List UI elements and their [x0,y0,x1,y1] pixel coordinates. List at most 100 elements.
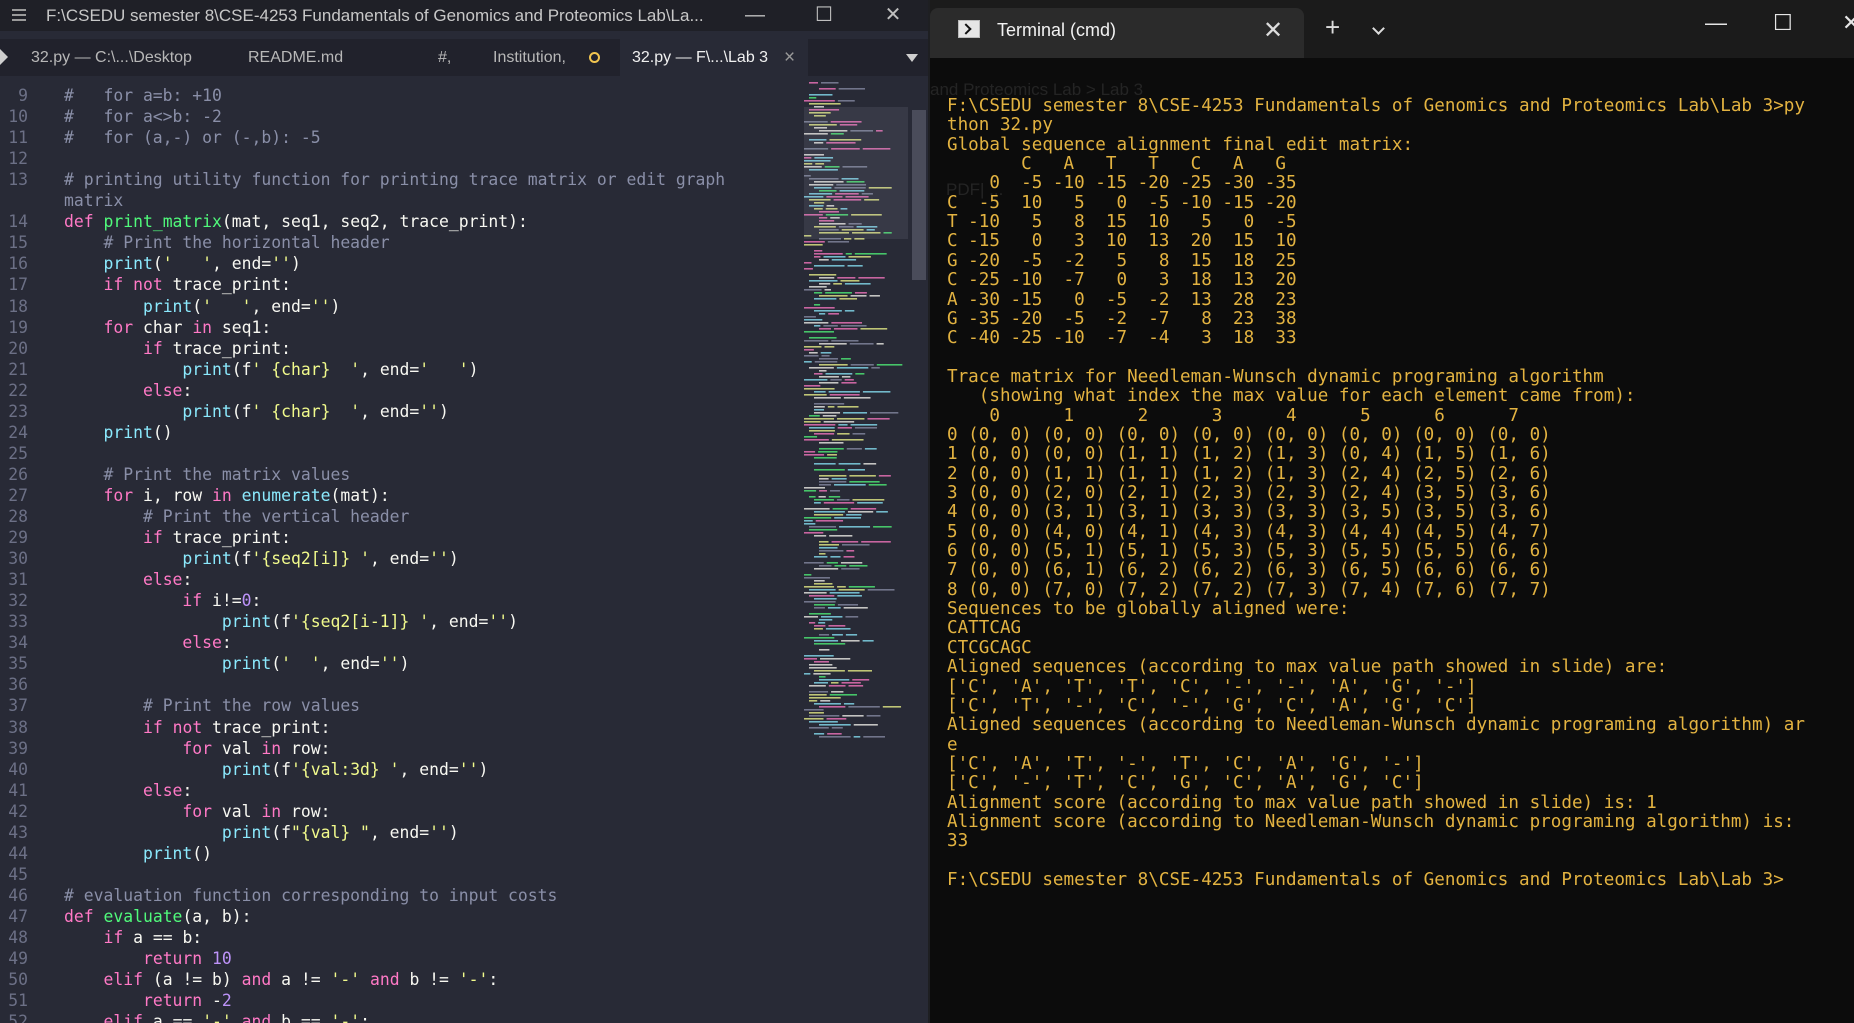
tab-close-icon[interactable]: × [784,39,795,76]
code-line[interactable]: print(f"{val} ", end='') [64,823,459,842]
code-line[interactable]: return -2 [64,991,232,1010]
terminal-minimize-button[interactable]: — [1705,10,1727,36]
minimap-line [850,508,877,510]
terminal-close-button[interactable]: ✕ [1842,10,1854,36]
minimap-line [860,328,888,330]
minimap-line [862,640,874,642]
code-line[interactable]: matrix [64,191,123,210]
code-line[interactable]: elif (a != b) and a != '-' and b != '-': [64,970,498,989]
minimap-line [814,409,825,411]
minimap-line [809,97,817,99]
minimap-line [804,523,816,525]
code-line[interactable]: # Print the vertical header [64,507,409,526]
code-line[interactable]: for val in row: [64,802,330,821]
code-line[interactable]: for i, row in enumerate(mat): [64,486,389,505]
tabs-scroll-left-icon[interactable] [0,49,8,65]
tab-32py-desktop[interactable]: 32.py — C:\...\Desktop [31,39,192,76]
terminal-line: 8 (0, 0) (7, 0) (7, 2) (7, 2) (7, 3) (7,… [947,579,1551,600]
editor-close-button[interactable]: ✕ [873,3,913,29]
tabs-dropdown-icon[interactable] [906,54,918,62]
terminal-line: 3 (0, 0) (2, 0) (2, 1) (2, 3) (2, 3) (2,… [947,483,1551,503]
line-number: 41 [8,780,28,800]
minimap-line [814,607,825,609]
code-line[interactable]: return 10 [64,949,232,968]
minimap-line [823,421,855,423]
code-area[interactable]: 9 # for a=b: +10 10 # for a<>b: -2 11 # for (… [0,78,800,1023]
minimap-line [841,358,851,360]
minimap-line [819,364,848,366]
code-line[interactable]: print(f'{val:3d} ', end='') [64,760,489,779]
minimap-line [819,547,838,549]
minimap-line [844,310,855,312]
minimap-line [804,319,823,321]
code-line[interactable]: print(f' {char} ', end='') [64,402,449,421]
code-line[interactable]: # for a<>b: -2 [64,107,222,126]
code-line[interactable]: print(f'{seq2[i]} ', end='') [64,549,458,568]
code-line[interactable]: if a == b: [64,928,202,947]
editor-maximize-button[interactable]: ☐ [804,3,844,29]
minimap-line [814,433,835,435]
code-line[interactable]: if trace_print: [64,528,291,547]
terminal-line: 5 (0, 0) (4, 0) (4, 1) (4, 3) (4, 3) (4,… [947,521,1551,542]
code-line[interactable]: # printing utility function for printing… [64,170,725,189]
terminal-line: Global sequence alignment final edit mat… [947,134,1414,155]
code-line[interactable]: for val in row: [64,739,330,758]
tab-institution[interactable]: Institution, [493,39,618,76]
code-line[interactable]: if i!=0: [64,591,261,610]
terminal-tab[interactable]: Terminal (cmd) ✕ [930,8,1304,58]
minimap-line [804,307,835,309]
minimap-line [843,397,871,399]
minimap-line [852,499,885,501]
tab-hash[interactable]: #, [438,39,451,76]
minimap-line [837,100,855,102]
minimap-line [837,433,850,435]
terminal-window: Terminal (cmd) ✕ + — ☐ ✕ and Proteomics … [930,0,1854,1023]
terminal-tab-close-icon[interactable]: ✕ [1263,16,1283,45]
code-line[interactable]: else: [64,781,192,800]
minimap-line [829,694,857,696]
terminal-maximize-button[interactable]: ☐ [1773,10,1793,36]
code-line[interactable]: # evaluation function corresponding to i… [64,886,557,905]
code-line[interactable]: else: [64,570,192,589]
minimap-line [814,733,825,735]
code-line[interactable]: else: [64,381,192,400]
editor-minimize-button[interactable]: — [735,3,775,29]
code-line[interactable]: print(' ', end='') [64,654,410,673]
code-line[interactable]: if not trace_print: [64,718,331,737]
new-tab-button[interactable]: + [1325,14,1340,40]
minimap-line [850,424,878,426]
minimap-line [814,499,834,501]
code-line[interactable]: print(' ', end='') [64,254,300,273]
code-line[interactable]: for char in seq1: [64,318,271,337]
minimap-line [819,649,830,651]
minimap-line [848,586,875,588]
code-line[interactable]: else: [64,633,231,652]
minimap-viewport[interactable] [804,107,908,239]
tab-readme[interactable]: README.md [248,39,343,76]
code-line[interactable]: print(f' {char} ', end=' ') [64,360,478,379]
code-line[interactable]: print(' ', end='') [64,297,340,316]
line-number: 37 [8,696,28,716]
minimap-line [838,424,848,426]
tab-32py-lab3[interactable]: 32.py — F\...\Lab 3 × [620,39,808,76]
editor-tab-bar: 32.py — C:\...\Desktop README.md #, Inst… [0,39,928,76]
code-line[interactable]: print() [64,423,172,442]
code-line[interactable]: elif a == '-' and b == '-': [64,1012,370,1023]
minimap-line [843,703,855,705]
code-line[interactable]: def evaluate(a, b): [64,907,252,926]
code-line[interactable]: # Print the matrix values [64,465,350,484]
editor-scrollbar-thumb[interactable] [912,110,926,280]
code-line[interactable]: # Print the row values [64,696,360,715]
code-line[interactable]: print() [64,844,212,863]
code-line[interactable]: print(f'{seq2[i-1]} ', end='') [64,612,518,631]
code-line[interactable]: # for (a,-) or (-,b): -5 [64,128,321,147]
code-line[interactable]: if trace_print: [64,339,291,358]
code-line[interactable]: # Print the horizontal header [64,233,389,252]
code-line[interactable]: if not trace_print: [64,275,291,294]
code-line[interactable]: # for a=b: +10 [64,86,222,105]
minimap-line [809,691,829,693]
code-line[interactable]: def print_matrix(mat, seq1, seq2, trace_… [64,212,528,231]
hamburger-menu-icon[interactable] [10,5,30,25]
line-number: 12 [8,149,28,169]
chevron-down-icon[interactable] [1372,22,1385,35]
